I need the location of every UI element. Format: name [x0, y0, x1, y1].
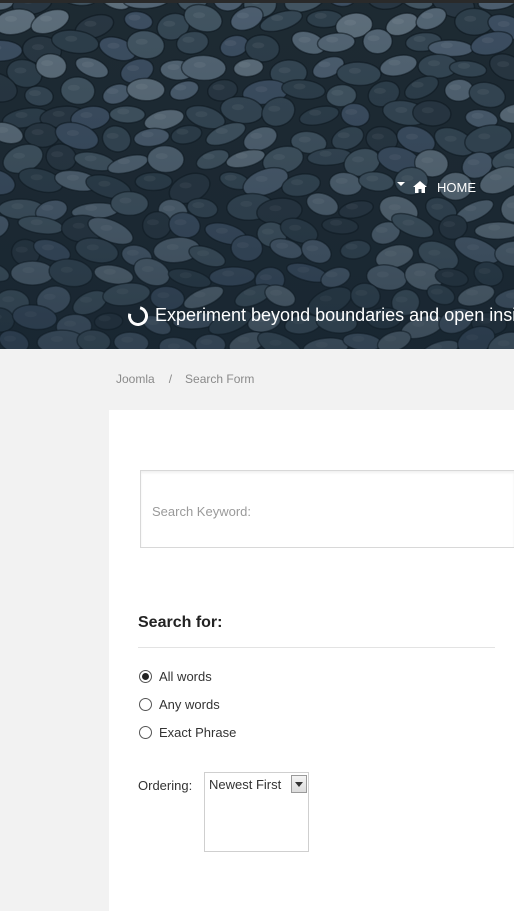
ordering-select[interactable]: Newest First	[204, 772, 309, 852]
radio-button-all-words[interactable]	[139, 670, 152, 683]
search-for-heading: Search for:	[138, 614, 223, 631]
radio-all-words[interactable]: All words	[139, 669, 212, 684]
chevron-down-icon[interactable]	[291, 775, 307, 793]
hero-banner: HOME Experiment beyond boundaries and op…	[0, 0, 514, 349]
radio-label-exact-phrase: Exact Phrase	[159, 725, 237, 740]
radio-button-any-words[interactable]	[139, 698, 152, 711]
radio-label-all-words: All words	[159, 669, 212, 684]
top-bar-strip	[0, 0, 514, 3]
search-keyword-input[interactable]	[152, 501, 502, 521]
breadcrumb: Joomla / Search Form	[116, 372, 254, 386]
home-icon	[413, 181, 427, 193]
nav-home-label: HOME	[437, 179, 476, 195]
spinner-icon	[124, 301, 152, 330]
breadcrumb-item-joomla[interactable]: Joomla	[116, 372, 155, 386]
ordering-label: Ordering:	[138, 778, 193, 793]
radio-button-exact-phrase[interactable]	[139, 726, 152, 739]
search-keyword-box	[140, 470, 514, 548]
ordering-selected-value: Newest First	[209, 777, 282, 792]
hero-tagline: Experiment beyond boundaries and open in…	[124, 301, 514, 330]
hero-overlay	[0, 0, 514, 349]
nav-home-link[interactable]: HOME	[397, 178, 476, 196]
caret-down-icon[interactable]	[397, 182, 405, 186]
hero-tagline-text: Experiment beyond boundaries and open in…	[155, 305, 514, 325]
breadcrumb-item-current: Search Form	[185, 372, 255, 386]
radio-label-any-words: Any words	[159, 697, 220, 712]
radio-exact-phrase[interactable]: Exact Phrase	[139, 725, 236, 740]
radio-any-words[interactable]: Any words	[139, 697, 220, 712]
breadcrumb-separator: /	[168, 372, 173, 386]
section-divider	[138, 647, 495, 648]
